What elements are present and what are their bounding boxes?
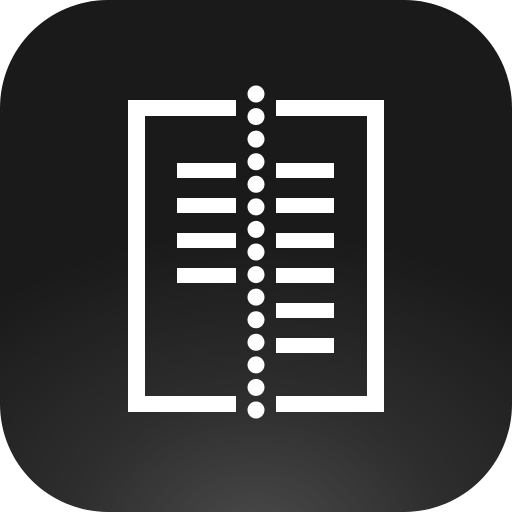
right-text-line	[276, 233, 334, 248]
perforation-dot	[247, 175, 265, 193]
left-page-lines	[177, 163, 236, 283]
perforation-dot	[247, 243, 265, 261]
right-text-line	[276, 198, 334, 213]
perforation-dot	[247, 153, 265, 171]
left-text-line	[177, 268, 236, 283]
right-text-line	[276, 163, 334, 178]
perforation-dot	[247, 378, 265, 396]
app-icon[interactable]	[0, 0, 512, 512]
perforation-line	[247, 85, 265, 419]
left-text-line	[177, 233, 236, 248]
right-page-frame	[276, 100, 384, 412]
left-text-line	[177, 163, 236, 178]
left-page-frame	[128, 100, 236, 412]
perforation-dot	[247, 356, 265, 374]
perforation-dot	[247, 333, 265, 351]
perforation-dot	[247, 85, 265, 103]
perforation-dot	[247, 198, 265, 216]
perforation-dot	[247, 108, 265, 126]
split-document-compare-icon	[128, 85, 384, 419]
perforation-dot	[247, 401, 265, 419]
left-text-line	[177, 198, 236, 213]
perforation-dot	[247, 130, 265, 148]
perforation-dot	[247, 288, 265, 306]
perforation-dot	[247, 220, 265, 238]
right-text-line	[276, 268, 334, 283]
right-page-lines	[276, 163, 334, 353]
right-text-line	[276, 338, 334, 353]
right-text-line	[276, 303, 334, 318]
perforation-dot	[247, 266, 265, 284]
perforation-dot	[247, 311, 265, 329]
